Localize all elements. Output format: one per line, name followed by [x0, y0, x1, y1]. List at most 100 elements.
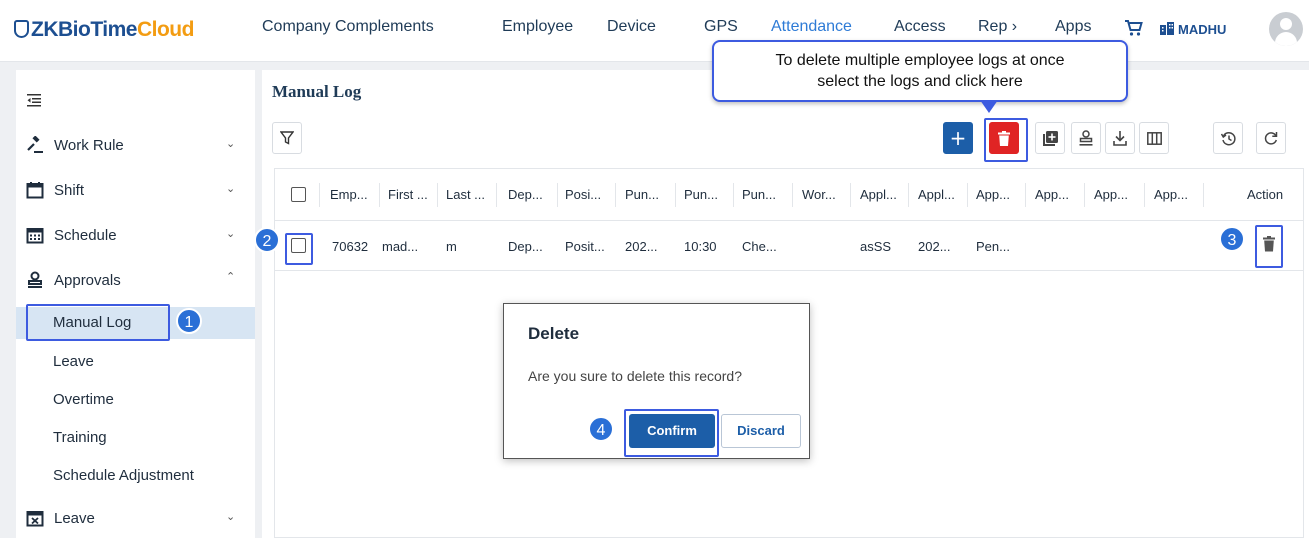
sidebar: Work Rule ⌄ Shift ⌄ Schedule ⌄ Approvals… [16, 70, 255, 538]
column-divider [675, 183, 676, 207]
column-header-position[interactable]: Posi... [565, 187, 601, 202]
chevron-down-icon: ⌄ [226, 138, 236, 150]
column-header-approval-remark[interactable]: App... [1154, 187, 1188, 202]
columns-button[interactable] [1139, 122, 1169, 154]
cell-employee-id: 70632 [332, 239, 369, 254]
column-header-employee-id[interactable]: Emp... [330, 187, 368, 202]
column-header-last-name[interactable]: Last ... [446, 187, 485, 202]
table-row[interactable]: 70632 mad... m Dep... Posit... 202... 10… [275, 221, 1303, 271]
history-icon [1220, 132, 1236, 146]
cell-apply-reason: asSS [860, 239, 892, 254]
column-divider [1144, 183, 1145, 207]
table-header-row: Emp... First ... Last ... Dep... Posi...… [275, 169, 1303, 221]
column-divider [967, 183, 968, 207]
filter-button[interactable] [272, 122, 302, 154]
brand-name: ZKBioTime [31, 18, 137, 41]
column-header-approval-time[interactable]: App... [1094, 187, 1128, 202]
annotation-highlight-row-delete [1255, 225, 1283, 268]
nav-apps[interactable]: Apps [1055, 18, 1091, 36]
column-divider [319, 183, 320, 207]
column-header-first-name[interactable]: First ... [388, 187, 428, 202]
add-box-icon [1042, 131, 1058, 146]
column-header-approver[interactable]: App... [1035, 187, 1069, 202]
annotation-highlight-manual-log [26, 304, 170, 341]
sidebar-subitem-schedule-adjustment[interactable]: Schedule Adjustment [16, 460, 255, 492]
column-header-apply-time[interactable]: Appl... [918, 187, 955, 202]
refresh-button[interactable] [1256, 122, 1286, 154]
nav-complements[interactable]: Complements [335, 18, 434, 36]
menu-collapse-icon[interactable] [26, 92, 42, 108]
column-divider [850, 183, 851, 207]
step-badge-3: 3 [1219, 226, 1245, 252]
columns-icon [1146, 132, 1162, 145]
stamp-icon [1079, 130, 1093, 146]
nav-access[interactable]: Access [894, 18, 946, 36]
step-badge-1: 1 [176, 308, 202, 334]
sidebar-item-leave[interactable]: Leave ⌄ [16, 504, 255, 534]
avatar-body [1275, 32, 1297, 46]
add-box-button[interactable] [1035, 122, 1065, 154]
add-button[interactable]: + [943, 122, 973, 154]
step-badge-2: 2 [254, 227, 280, 253]
cell-position: Posit... [565, 239, 605, 254]
history-button[interactable] [1213, 122, 1243, 154]
nav-employee[interactable]: Employee [502, 18, 573, 36]
cell-punch-time: 10:30 [684, 239, 717, 254]
avatar-head [1280, 18, 1292, 30]
sidebar-subitem-overtime[interactable]: Overtime [16, 384, 255, 416]
user-avatar-icon[interactable] [1269, 12, 1303, 46]
nav-company[interactable]: Company [262, 18, 330, 36]
sidebar-item-work-rule[interactable]: Work Rule ⌄ [16, 131, 255, 161]
column-divider [733, 183, 734, 207]
calendar-x-icon [26, 511, 44, 527]
column-header-department[interactable]: Dep... [508, 187, 543, 202]
column-header-apply-reason[interactable]: Appl... [860, 187, 897, 202]
column-header-action: Action [1247, 187, 1284, 202]
column-divider [496, 183, 497, 207]
calendar-grid-icon [26, 228, 44, 244]
sidebar-subitem-training[interactable]: Training [16, 422, 255, 454]
dialog-title: Delete [528, 324, 580, 343]
sidebar-subitem-label: Training [53, 429, 107, 446]
shield-logo-icon [14, 20, 29, 38]
tooltip-line-2: select the logs and click here [817, 73, 1023, 90]
column-header-punch-time[interactable]: Pun... [684, 187, 718, 202]
shopping-cart-icon[interactable] [1125, 20, 1143, 36]
organization-menu[interactable]: MADHU [1160, 21, 1226, 37]
column-divider [1203, 183, 1204, 207]
column-header-work-code[interactable]: Wor... [802, 187, 836, 202]
brand-logo[interactable]: ZKBioTimeCloud [14, 18, 194, 42]
column-divider [615, 183, 616, 207]
column-header-punch-date[interactable]: Pun... [625, 187, 659, 202]
column-divider [1084, 183, 1085, 207]
column-divider [792, 183, 793, 207]
cell-apply-time: 202... [918, 239, 951, 254]
nav-device[interactable]: Device [607, 18, 656, 36]
select-all-checkbox[interactable] [291, 187, 306, 202]
sidebar-subitem-leave[interactable]: Leave [16, 346, 255, 378]
nav-reports[interactable]: Rep › [978, 18, 1017, 36]
column-header-punch-state[interactable]: Pun... [742, 187, 776, 202]
approval-stamp-icon [28, 271, 42, 288]
cell-punch-state: Che... [742, 239, 777, 254]
nav-gps[interactable]: GPS [704, 18, 738, 36]
sidebar-item-label: Shift [54, 182, 85, 199]
annotation-highlight-confirm [624, 409, 719, 457]
nav-attendance[interactable]: Attendance [771, 18, 852, 36]
approve-button[interactable] [1071, 122, 1101, 154]
cell-first-name: mad... [382, 239, 419, 254]
sidebar-item-shift[interactable]: Shift ⌄ [16, 176, 255, 206]
sidebar-subitem-label: Leave [53, 353, 94, 370]
column-header-approval-status[interactable]: App... [976, 187, 1010, 202]
discard-button[interactable]: Discard [721, 414, 801, 448]
cell-last-name: m [446, 239, 457, 254]
sidebar-item-schedule[interactable]: Schedule ⌄ [16, 221, 255, 251]
annotation-highlight-bulk-delete [984, 118, 1028, 162]
brand-name-cloud: Cloud [136, 18, 194, 41]
column-divider [557, 183, 558, 207]
sidebar-item-approvals[interactable]: Approvals ⌃ [16, 266, 255, 296]
sidebar-item-label: Schedule [54, 227, 117, 244]
export-button[interactable] [1105, 122, 1135, 154]
organization-name: MADHU [1178, 22, 1227, 37]
tooltip-line-1: To delete multiple employee logs at once [775, 52, 1065, 69]
